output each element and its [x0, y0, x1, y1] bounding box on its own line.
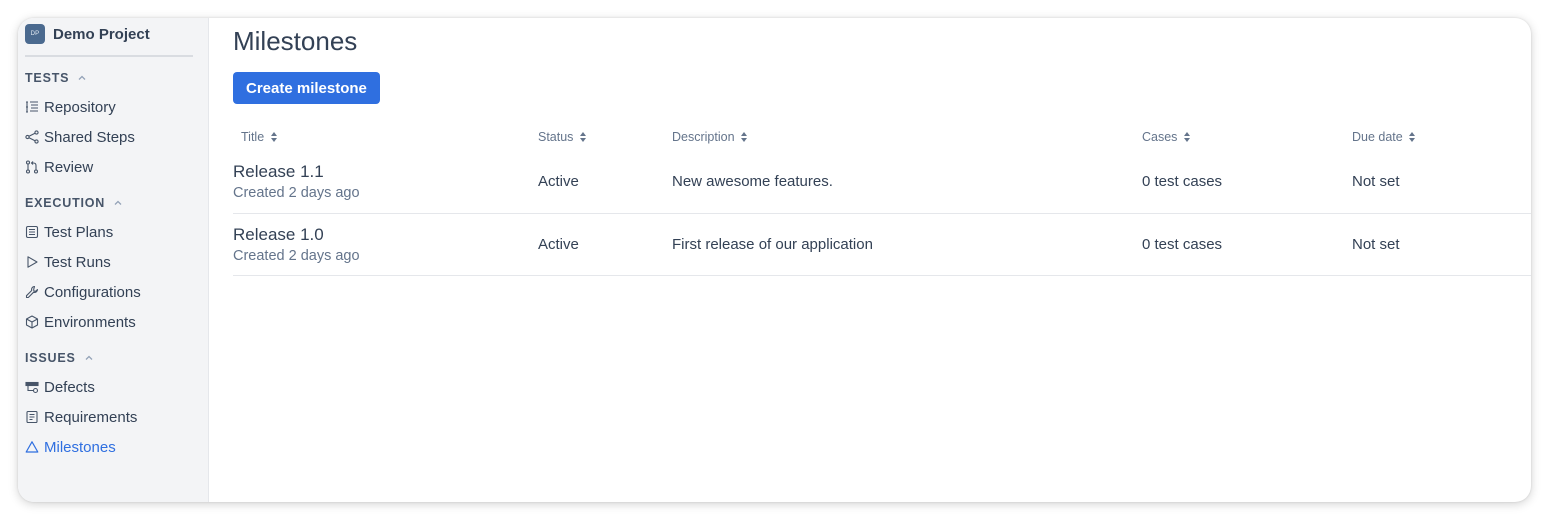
- nav-list-tests: Repository Shared Steps Review: [25, 92, 208, 182]
- table-header-row: Title Status Description Cases Due date: [233, 122, 1531, 151]
- sort-icon: [270, 131, 277, 142]
- test-plan-icon: [25, 225, 39, 239]
- cell-title: Release 1.1 Created 2 days ago: [233, 151, 538, 214]
- sidebar-item-test-runs[interactable]: Test Runs: [25, 247, 208, 277]
- milestone-created: Created 2 days ago: [233, 247, 360, 264]
- sidebar-item-label: Repository: [44, 98, 116, 116]
- table-row[interactable]: Release 1.1 Created 2 days ago Active Ne…: [233, 151, 1531, 214]
- nav-list-issues: Defects Requirements Milestones: [25, 372, 208, 462]
- column-header-status[interactable]: Status: [538, 122, 672, 151]
- create-milestone-button[interactable]: Create milestone: [233, 72, 380, 104]
- sidebar-item-label: Configurations: [44, 283, 141, 301]
- main-content: Milestones Create milestone Title Status: [209, 18, 1531, 502]
- chevron-up-icon: [85, 355, 93, 360]
- cell-due-date: Not set: [1352, 151, 1531, 214]
- wrench-icon: [25, 285, 39, 299]
- column-header-due-date[interactable]: Due date: [1352, 122, 1531, 151]
- milestones-table: Title Status Description Cases Due date …: [233, 122, 1531, 276]
- sidebar-item-configurations[interactable]: Configurations: [25, 277, 208, 307]
- sidebar-item-label: Shared Steps: [44, 128, 135, 146]
- document-icon: [26, 410, 38, 424]
- sort-icon: [1409, 131, 1416, 142]
- chevron-up-icon: [114, 200, 122, 205]
- cell-description: First release of our application: [672, 213, 1142, 276]
- chevron-up-icon: [78, 75, 86, 80]
- column-header-title[interactable]: Title: [233, 122, 538, 151]
- defect-icon: [25, 381, 39, 394]
- column-header-cases[interactable]: Cases: [1142, 122, 1352, 151]
- cell-cases: 0 test cases: [1142, 213, 1352, 276]
- section-title: EXECUTION: [25, 196, 106, 210]
- sidebar: DP Demo Project TESTS Repository Shared …: [18, 18, 209, 502]
- column-header-description[interactable]: Description: [672, 122, 1142, 151]
- sidebar-item-review[interactable]: Review: [25, 152, 208, 182]
- repository-icon: [26, 101, 38, 113]
- milestone-title[interactable]: Release 1.0: [233, 225, 538, 245]
- milestone-created: Created 2 days ago: [233, 185, 360, 202]
- cell-status: Active: [538, 151, 672, 214]
- sidebar-item-repository[interactable]: Repository: [25, 92, 208, 122]
- sidebar-item-label: Test Runs: [44, 253, 111, 271]
- sidebar-item-label: Defects: [44, 378, 95, 396]
- project-name: Demo Project: [53, 25, 150, 43]
- sidebar-item-requirements[interactable]: Requirements: [25, 402, 208, 432]
- sidebar-item-label: Environments: [44, 313, 136, 331]
- sidebar-item-label: Milestones: [44, 438, 116, 456]
- cube-icon: [25, 315, 39, 329]
- play-icon: [27, 256, 38, 268]
- cell-title: Release 1.0 Created 2 days ago: [233, 213, 538, 276]
- sidebar-item-environments[interactable]: Environments: [25, 307, 208, 337]
- section-issues-header[interactable]: ISSUES: [25, 351, 208, 365]
- section-tests-header[interactable]: TESTS: [25, 71, 208, 85]
- share-icon: [25, 130, 39, 144]
- sort-icon: [579, 131, 586, 142]
- sidebar-item-defects[interactable]: Defects: [25, 372, 208, 402]
- sort-icon: [1183, 131, 1190, 142]
- sidebar-item-label: Test Plans: [44, 223, 114, 241]
- project-avatar: DP: [25, 24, 45, 44]
- sidebar-item-test-plans[interactable]: Test Plans: [25, 217, 208, 247]
- page-title: Milestones: [233, 26, 358, 56]
- app-window: DP Demo Project TESTS Repository Shared …: [18, 18, 1531, 502]
- table-row[interactable]: Release 1.0 Created 2 days ago Active Fi…: [233, 213, 1531, 276]
- cell-due-date: Not set: [1352, 213, 1531, 276]
- cell-cases: 0 test cases: [1142, 151, 1352, 214]
- pull-request-icon: [25, 160, 39, 174]
- sidebar-item-milestones[interactable]: Milestones: [25, 432, 208, 462]
- cell-status: Active: [538, 213, 672, 276]
- section-title: ISSUES: [25, 351, 76, 365]
- sidebar-item-shared-steps[interactable]: Shared Steps: [25, 122, 208, 152]
- cell-description: New awesome features.: [672, 151, 1142, 214]
- nav-list-execution: Test Plans Test Runs Configurations Envi…: [25, 217, 208, 337]
- section-title: TESTS: [25, 71, 70, 85]
- sidebar-item-label: Review: [44, 158, 94, 176]
- section-execution-header[interactable]: EXECUTION: [25, 196, 208, 210]
- milestone-icon: [25, 441, 39, 453]
- sort-icon: [741, 131, 748, 142]
- sidebar-item-label: Requirements: [44, 408, 138, 426]
- milestone-title[interactable]: Release 1.1: [233, 162, 538, 182]
- project-header[interactable]: DP Demo Project: [25, 24, 193, 57]
